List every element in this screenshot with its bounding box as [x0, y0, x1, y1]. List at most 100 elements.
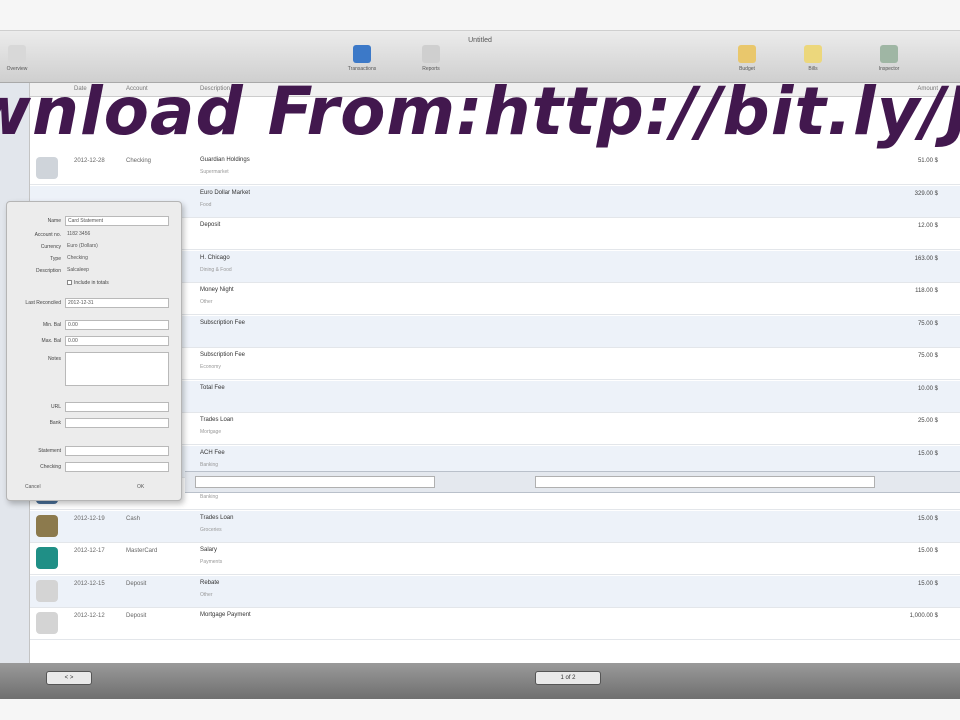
inspector-field-value[interactable] [65, 446, 169, 456]
row-description: Trades Loan [200, 417, 234, 423]
row-category: Supermarket [200, 169, 229, 175]
row-amount: 329.00 $ [914, 191, 938, 197]
inspector-field-value[interactable]: 1182 3456 [65, 230, 169, 240]
row-category: Economy [200, 364, 221, 370]
inspector-field: Bank [7, 418, 183, 430]
payee-icon [36, 515, 58, 537]
inspector-field: Type Checking [7, 254, 183, 266]
window-title: Untitled [468, 37, 492, 44]
row-date: 2012-12-17 [74, 548, 105, 554]
inspector-field-value[interactable]: Salcaleep [65, 266, 169, 276]
bills-icon [804, 45, 822, 63]
inspector-field: Notes [7, 354, 183, 366]
row-amount: 118.00 $ [915, 288, 938, 294]
inspector-field-label: Last Reconciled [25, 300, 61, 306]
row-amount: 15.00 $ [917, 516, 938, 522]
inspector-field-value[interactable]: Euro (Dollars) [65, 242, 169, 252]
page-indicator[interactable]: 1 of 2 [535, 671, 601, 685]
screen: Untitled Overview Transactions Reports B… [0, 0, 960, 720]
row-account: Deposit [126, 581, 147, 587]
inspector-field-label: Bank [49, 420, 61, 426]
reports-icon [422, 45, 440, 63]
inspector-field-label: Account no. [34, 232, 61, 238]
row-date: 2012-12-15 [74, 581, 105, 587]
payee-icon [36, 612, 58, 634]
inspector-field-label: URL [50, 404, 61, 410]
payee-icon [36, 580, 58, 602]
inspector-field-label: Checking [40, 464, 61, 470]
row-amount: 163.00 $ [914, 256, 938, 262]
payee-icon [36, 157, 58, 179]
inspector-field-label: Max. Bal [41, 338, 61, 344]
table-row[interactable]: 2012-12-19 Cash Trades Loan Groceries 15.00 … [0, 511, 960, 543]
table-row[interactable]: 2012-12-15 Deposit Rebate Other 15.00 $ [0, 576, 960, 608]
inspector-field-label: Statement [38, 448, 61, 454]
account-inspector-panel: Include in totals Cancel OK Name Card Sta… [6, 201, 182, 501]
row-amount: 10.00 $ [917, 386, 938, 392]
inspector-cancel-button[interactable]: Cancel [25, 484, 41, 494]
row-date: 2012-12-19 [74, 516, 105, 522]
row-category: Mortgage [200, 429, 222, 435]
row-account: Cash [126, 516, 141, 522]
row-description: Deposit [200, 222, 221, 228]
inspector-field: Account no. 1182 3456 [7, 230, 183, 242]
inspector-field-value[interactable] [65, 402, 169, 412]
row-amount: 25.00 $ [917, 418, 938, 424]
row-category: Other [200, 592, 213, 598]
row-description: Total Fee [200, 385, 225, 391]
row-category: Payments [200, 559, 223, 565]
inspector-field: URL [7, 402, 183, 414]
row-description: H. Chicago [200, 255, 230, 261]
row-date: 2012-12-12 [74, 613, 105, 619]
row-category: Other [200, 299, 213, 305]
edit-category-field[interactable] [535, 476, 875, 488]
inspector-field: Name Card Statement [7, 216, 183, 228]
inspector-field: Statement [7, 446, 183, 458]
row-category: Food [200, 202, 212, 208]
inspector-field-value[interactable] [65, 462, 169, 472]
row-category: Groceries [200, 527, 222, 533]
watermark-overlay: wnload From:http://bit.ly/JtbK [0, 73, 960, 150]
inspector-field-value[interactable]: 0.00 [65, 336, 169, 346]
inspector-field-value[interactable]: 2012-12-31 [65, 298, 169, 308]
inspector-field-value[interactable]: Card Statement [65, 216, 169, 226]
checkbox-box[interactable] [67, 280, 72, 286]
row-description: Rebate [200, 580, 220, 586]
row-description: Subscription Fee [200, 352, 246, 358]
row-amount: 15.00 $ [917, 548, 938, 554]
row-description: Trades Loan [200, 515, 234, 521]
inline-editor [185, 471, 960, 493]
row-amount: 15.00 $ [917, 581, 938, 587]
inspector-field: Checking [7, 462, 183, 474]
row-description: Guardian Holdings [200, 157, 250, 163]
row-description: Salary [200, 547, 218, 553]
row-amount: 1,000.00 $ [909, 613, 938, 619]
row-description: Subscription Fee [200, 320, 246, 326]
row-category: Dining & Food [200, 267, 232, 273]
inspector-ok-button[interactable]: OK [137, 484, 144, 494]
include-totals-checkbox[interactable]: Include in totals [67, 280, 109, 286]
row-date: 2012-12-28 [74, 158, 105, 164]
inspector-field: Last Reconciled 2012-12-31 [7, 298, 183, 310]
inspector-field: Min. Bal 0.00 [7, 320, 183, 332]
row-account: MasterCard [126, 548, 158, 554]
row-category: Banking [200, 494, 219, 500]
row-account: Deposit [126, 613, 147, 619]
inspector-field-label: Description [35, 268, 61, 274]
inspector-field-label: Currency [40, 244, 61, 250]
inspector-icon [880, 45, 898, 63]
inspector-field: Description Salcaleep [7, 266, 183, 278]
inspector-field-value[interactable]: 0.00 [65, 320, 169, 330]
row-amount: 75.00 $ [917, 321, 938, 327]
row-category: Banking [200, 462, 219, 468]
table-row[interactable]: 2012-12-17 MasterCard Salary Payments 15.00 … [0, 543, 960, 575]
payee-icon [36, 547, 58, 569]
inspector-field-value[interactable] [65, 418, 169, 428]
inspector-field-value[interactable]: Checking [65, 254, 169, 264]
row-description: Mortgage Payment [200, 612, 251, 618]
table-row[interactable]: 2012-12-28 Checking Guardian Holdings Super… [0, 153, 960, 185]
table-row[interactable]: 2012-12-12 Deposit Mortgage Payment 1,000.0… [0, 608, 960, 640]
edit-description-field[interactable] [195, 476, 435, 488]
inspector-field-label: Type [50, 256, 61, 262]
nav-arrows[interactable]: < > [46, 671, 92, 685]
